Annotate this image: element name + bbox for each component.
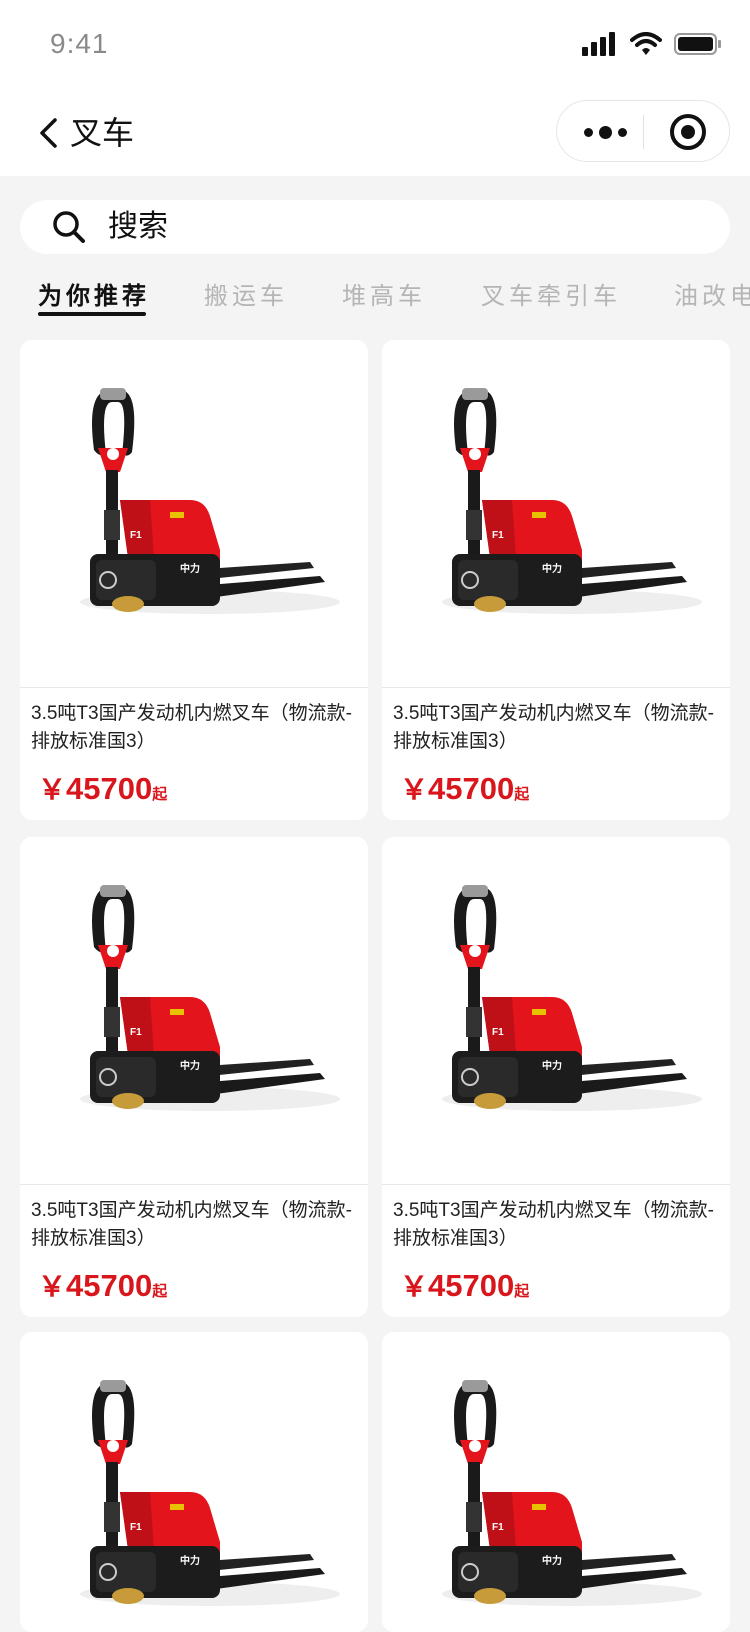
price-currency: ￥ <box>38 774 67 805</box>
product-image: F1 中力 <box>20 837 368 1185</box>
svg-text:F1: F1 <box>130 530 142 541</box>
battery-icon <box>674 33 721 55</box>
product-card[interactable]: F1 中力 <box>20 1332 368 1632</box>
price-currency: ￥ <box>38 1271 67 1302</box>
page-title: 叉车 <box>70 115 135 151</box>
product-card[interactable]: F1 中力 3.5吨T3国产发动机内燃叉车（物流款-排放标准国3） ￥45700… <box>382 837 730 1317</box>
product-title: 3.5吨T3国产发动机内燃叉车（物流款-排放标准国3） <box>31 1200 352 1249</box>
pallet-truck-illustration: F1 中力 <box>80 1380 340 1606</box>
product-title: 3.5吨T3国产发动机内燃叉车（物流款-排放标准国3） <box>31 703 352 752</box>
price-suffix: 起 <box>514 1283 530 1300</box>
product-card[interactable]: F1 中力 3.5吨T3国产发动机内燃叉车（物流款-排放标准国3） ￥45700… <box>20 340 368 820</box>
product-image: F1 中力 <box>382 1332 730 1632</box>
product-price: ￥45700起 <box>38 1265 167 1305</box>
price-suffix: 起 <box>152 786 168 803</box>
price-value: 45700 <box>66 1268 153 1303</box>
product-price: ￥45700起 <box>400 1265 529 1305</box>
nav-bar: 叉车 <box>0 90 750 176</box>
status-bar: 9:41 <box>0 0 750 90</box>
pallet-truck-illustration: F1 中力 <box>80 885 340 1111</box>
price-value: 45700 <box>428 1268 515 1303</box>
svg-text:F1: F1 <box>130 1027 142 1038</box>
product-price: ￥45700起 <box>400 768 529 808</box>
product-card[interactable]: F1 中力 3.5吨T3国产发动机内燃叉车（物流款-排放标准国3） ￥45700… <box>20 837 368 1317</box>
pallet-truck-illustration: F1 中力 <box>442 1380 702 1606</box>
search-input[interactable]: 搜索 <box>108 208 168 246</box>
price-currency: ￥ <box>400 774 429 805</box>
wifi-icon <box>630 32 662 55</box>
price-value: 45700 <box>66 771 153 806</box>
chevron-left-icon <box>40 118 57 148</box>
product-image: F1 中力 <box>382 340 730 688</box>
back-button[interactable] <box>28 110 68 156</box>
search-icon <box>53 211 85 243</box>
svg-text:中力: 中力 <box>542 1554 562 1567</box>
tab-forklift-tractor[interactable]: 叉车牵引车 <box>481 280 621 314</box>
price-suffix: 起 <box>514 786 530 803</box>
pallet-truck-illustration: F1 中力 <box>80 388 340 614</box>
product-card[interactable]: F1 中力 3.5吨T3国产发动机内燃叉车（物流款-排放标准国3） ￥45700… <box>382 340 730 820</box>
signal-icon <box>582 32 615 56</box>
svg-text:中力: 中力 <box>180 562 200 575</box>
tab-oil-to-electric[interactable]: 油改电 <box>674 280 750 314</box>
svg-text:F1: F1 <box>492 530 504 541</box>
product-card[interactable]: F1 中力 <box>382 1332 730 1632</box>
tab-underline <box>38 312 146 316</box>
close-target-icon[interactable] <box>669 113 707 151</box>
product-image: F1 中力 <box>20 1332 368 1632</box>
pallet-truck-illustration: F1 中力 <box>442 388 702 614</box>
svg-text:中力: 中力 <box>542 562 562 575</box>
search-bar[interactable]: 搜索 <box>20 200 730 254</box>
svg-text:中力: 中力 <box>180 1059 200 1072</box>
tab-transport-truck[interactable]: 搬运车 <box>204 280 288 314</box>
product-title: 3.5吨T3国产发动机内燃叉车（物流款-排放标准国3） <box>393 1200 714 1249</box>
product-price: ￥45700起 <box>38 768 167 808</box>
product-image: F1 中力 <box>382 837 730 1185</box>
more-dot-icon <box>583 127 593 137</box>
tab-recommended[interactable]: 为你推荐 <box>38 280 150 314</box>
miniprogram-capsule <box>556 100 730 162</box>
more-dot-icon <box>598 125 612 139</box>
price-value: 45700 <box>428 771 515 806</box>
pallet-truck-illustration: F1 中力 <box>442 885 702 1111</box>
price-suffix: 起 <box>152 1283 168 1300</box>
more-dot-icon <box>617 127 627 137</box>
capsule-divider <box>643 115 644 149</box>
svg-text:F1: F1 <box>492 1027 504 1038</box>
product-image: F1 中力 <box>20 340 368 688</box>
price-currency: ￥ <box>400 1271 429 1302</box>
category-tabs: 为你推荐 搬运车 堆高车 叉车牵引车 油改电 <box>0 270 750 330</box>
svg-text:F1: F1 <box>492 1522 504 1533</box>
more-button[interactable] <box>583 119 627 145</box>
svg-text:中力: 中力 <box>542 1059 562 1072</box>
svg-text:F1: F1 <box>130 1522 142 1533</box>
status-icons <box>582 28 722 60</box>
svg-text:中力: 中力 <box>180 1554 200 1567</box>
tab-stacker[interactable]: 堆高车 <box>342 280 426 314</box>
status-time: 9:41 <box>50 28 109 59</box>
product-title: 3.5吨T3国产发动机内燃叉车（物流款-排放标准国3） <box>393 703 714 752</box>
